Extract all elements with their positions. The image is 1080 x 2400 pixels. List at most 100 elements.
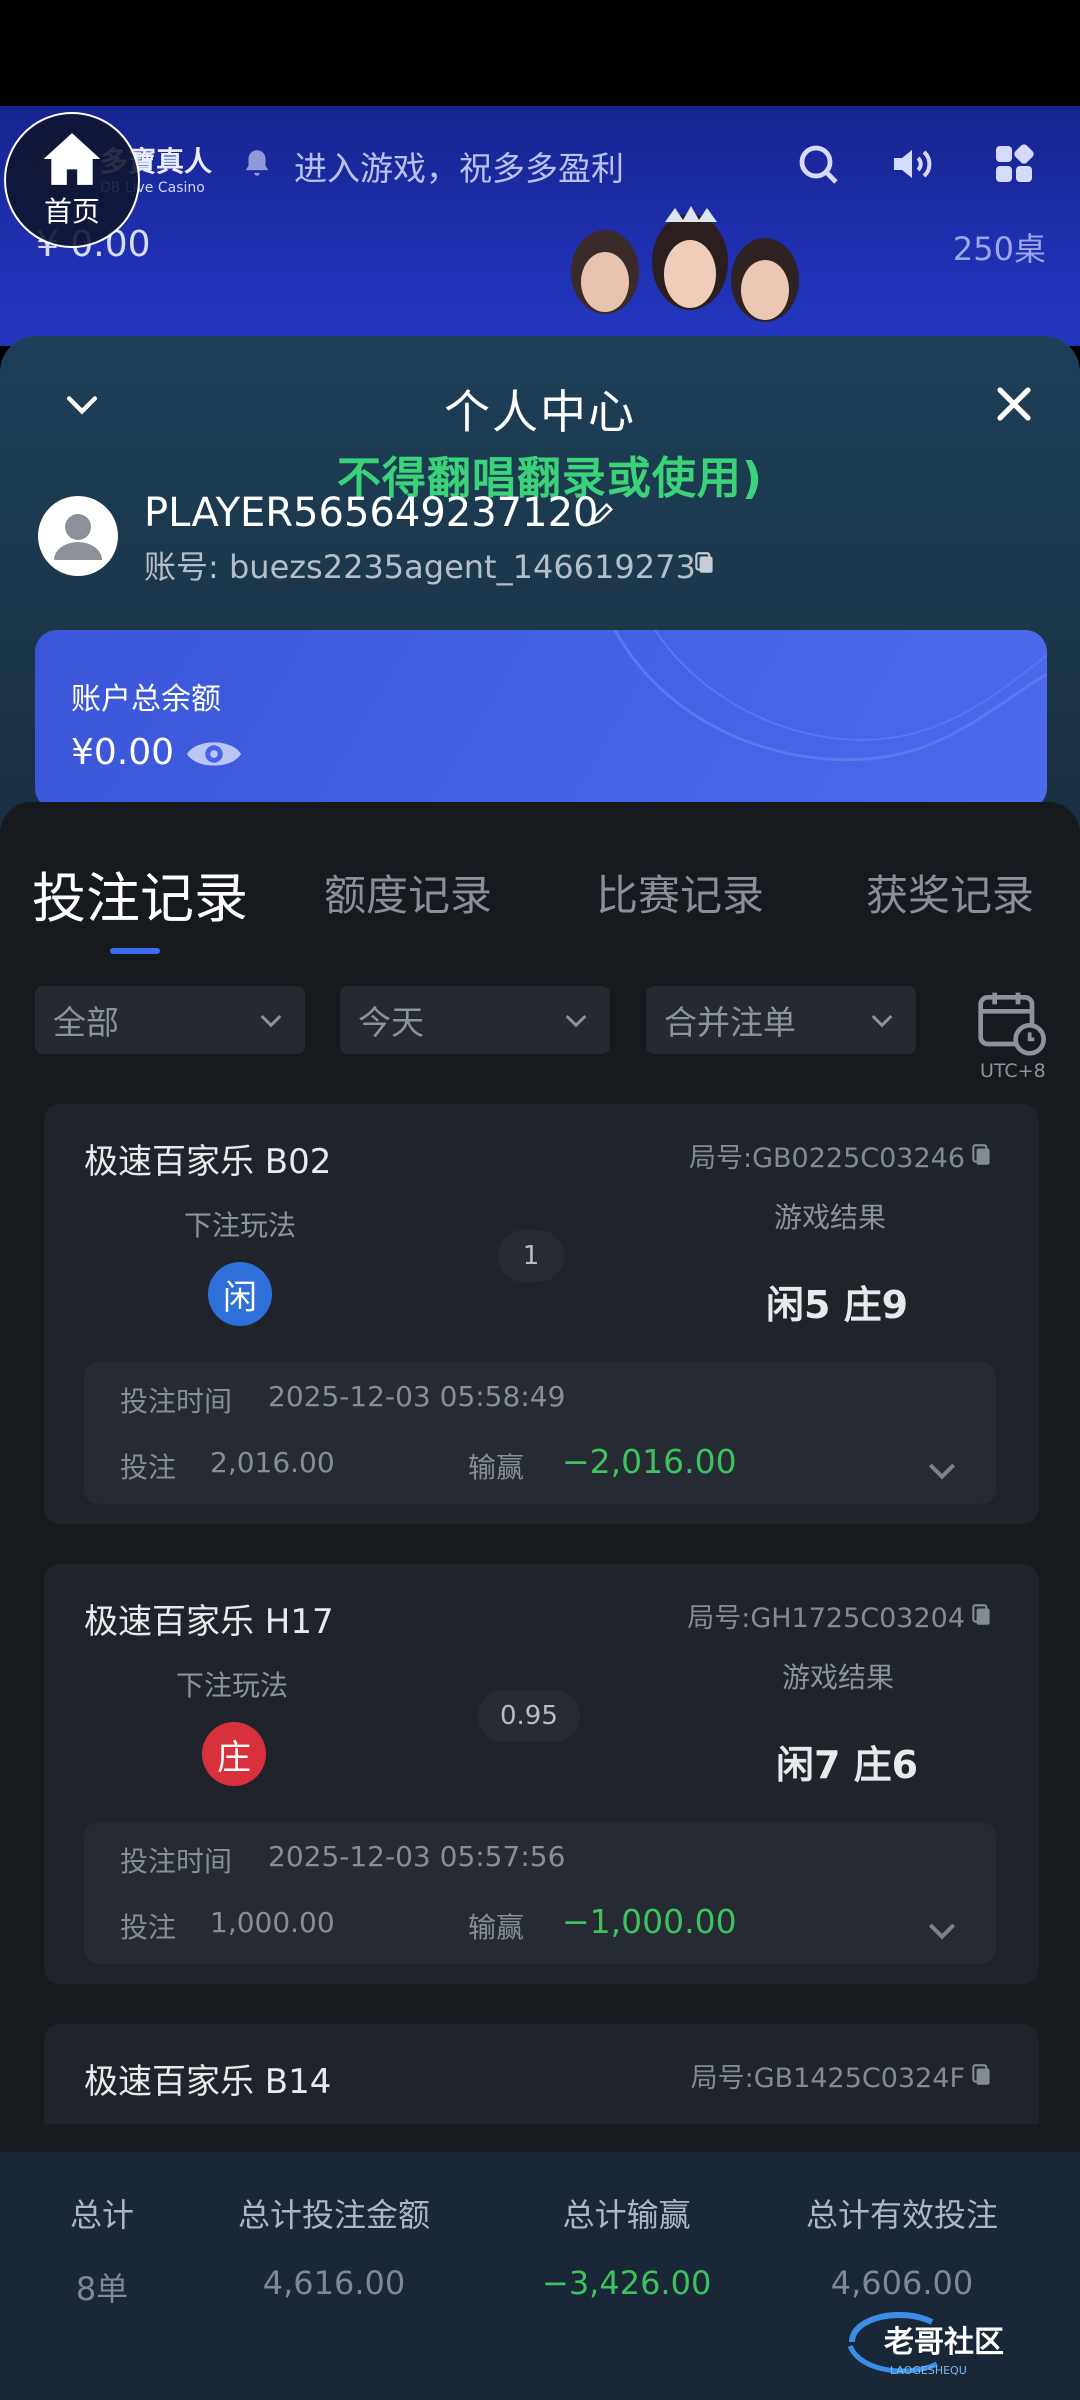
- account-label: 账号:: [144, 548, 219, 586]
- calendar-icon[interactable]: [976, 988, 1046, 1058]
- watermark-logo-sub: LAOGESHEQU: [890, 2364, 967, 2377]
- grid-menu-icon[interactable]: [990, 140, 1038, 188]
- bet-detail: 投注时间 2025-12-03 05:57:56 投注 1,000.00 输赢 …: [84, 1822, 996, 1964]
- winloss-amount: −2,016.00: [562, 1442, 737, 1481]
- game-name: 极速百家乐 B14: [84, 2062, 332, 2102]
- date-select-value: 今天: [358, 1003, 424, 1042]
- copy-icon[interactable]: [969, 1602, 995, 1628]
- type-select[interactable]: 全部: [35, 986, 305, 1054]
- bet-time: 2025-12-03 05:57:56: [268, 1840, 566, 1873]
- user-icon: [54, 514, 102, 560]
- round-number: 局号:GB0225C03246: [689, 1143, 965, 1174]
- bet-time: 2025-12-03 05:58:49: [268, 1380, 566, 1413]
- expand-chevron-icon[interactable]: [922, 1450, 962, 1490]
- copy-icon[interactable]: [969, 1142, 995, 1168]
- stake-amount: 1,000.00: [210, 1906, 335, 1939]
- bet-time-label: 投注时间: [120, 1385, 233, 1418]
- game-name: 极速百家乐 H17: [84, 1602, 334, 1642]
- round-number: 局号:GH1725C03204: [687, 1603, 965, 1634]
- chevron-down-icon: [565, 1014, 587, 1028]
- odds-badge: 0.95: [478, 1690, 580, 1742]
- sheet-title-text: 个人中心: [444, 385, 636, 439]
- account-line: 账号: buezs2235agent_146619273: [144, 542, 696, 588]
- bet-detail: 投注时间 2025-12-03 05:58:49 投注 2,016.00 输赢 …: [84, 1362, 996, 1504]
- round-number: 局号:GB1425C0324F: [690, 2063, 965, 2094]
- bet-time-label: 投注时间: [120, 1845, 233, 1878]
- tab-match-records[interactable]: 比赛记录: [596, 862, 764, 923]
- result-label: 游戏结果: [782, 1661, 895, 1694]
- sound-icon[interactable]: [888, 140, 936, 188]
- game-result: 闲7 庄6: [776, 1743, 919, 1787]
- status-bar: [0, 0, 1080, 106]
- bet-record-card[interactable]: 极速百家乐 B14 局号:GB1425C0324F: [44, 2024, 1039, 2124]
- expand-chevron-icon[interactable]: [922, 1910, 962, 1950]
- sheet-title: 个人中心: [0, 376, 1080, 442]
- total-count: 总计 8单: [70, 2190, 134, 2310]
- notice-marquee: 进入游戏，祝多多盈利: [294, 149, 624, 188]
- promo-image: [571, 206, 799, 322]
- copy-icon[interactable]: [969, 2062, 995, 2088]
- home-button[interactable]: 首页: [4, 112, 140, 248]
- home-icon: [43, 133, 101, 185]
- bet-record-card[interactable]: 极速百家乐 H17 局号:GH1725C03204 下注玩法 游戏结果 0.95…: [44, 1564, 1039, 1984]
- edit-icon[interactable]: [588, 500, 616, 528]
- total-bet-amount-label: 总计投注金额: [238, 2196, 431, 2234]
- search-icon[interactable]: [794, 140, 842, 188]
- watermark-logo-text: 老哥社区: [884, 2325, 1004, 2360]
- account-value: buezs2235agent_146619273: [228, 548, 696, 586]
- eye-icon[interactable]: [185, 734, 243, 774]
- total-winloss-value: −3,426.00: [542, 2264, 712, 2302]
- game-name: 极速百家乐 B02: [84, 1142, 332, 1182]
- tab-credit-records[interactable]: 额度记录: [324, 862, 492, 923]
- record-tabs: 投注记录 额度记录 比赛记录 获奖记录: [0, 862, 1080, 954]
- balance-label: 账户总余额: [71, 682, 221, 717]
- personal-center-sheet: 个人中心 不得翻唱翻录或使用) PLAYER565649237120 账号: b…: [0, 336, 1080, 2400]
- totals-footer: 总计 8单 总计投注金额 4,616.00 总计输赢 −3,426.00 总计有…: [0, 2152, 1080, 2400]
- merge-select[interactable]: 合并注单: [646, 986, 916, 1054]
- play-label: 下注玩法: [176, 1669, 289, 1702]
- bet-side-badge: 闲: [208, 1262, 272, 1326]
- stake-label: 投注: [120, 1911, 177, 1944]
- total-winloss: 总计输赢 −3,426.00: [542, 2190, 711, 2302]
- active-tab-indicator: [110, 948, 160, 954]
- chevron-down-icon: [871, 1014, 893, 1028]
- avatar[interactable]: [38, 496, 118, 576]
- home-label: 首页: [43, 195, 100, 228]
- bell-icon[interactable]: [240, 146, 274, 180]
- card-wave-decoration: [613, 630, 1047, 762]
- winloss-amount: −1,000.00: [562, 1902, 737, 1941]
- merge-select-value: 合并注单: [664, 1003, 796, 1042]
- close-icon[interactable]: [990, 380, 1038, 428]
- odds-badge: 1: [498, 1230, 564, 1282]
- filter-bar: 全部 今天 合并注单 UTC+8: [0, 986, 1080, 1082]
- balance-amount: ¥0.00: [71, 732, 175, 773]
- result-label: 游戏结果: [774, 1201, 887, 1234]
- total-winloss-label: 总计输赢: [562, 2196, 691, 2234]
- total-bet-amount: 总计投注金额 4,616.00: [238, 2190, 430, 2302]
- community-watermark-logo: 老哥社区 LAOGESHEQU: [847, 2312, 1004, 2377]
- game-result: 闲5 庄9: [766, 1283, 909, 1327]
- total-bet-amount-value: 4,616.00: [262, 2264, 406, 2302]
- tab-prize-records[interactable]: 获奖记录: [866, 862, 1034, 923]
- total-valid-bet-value: 4,606.00: [830, 2264, 974, 2302]
- play-label: 下注玩法: [184, 1209, 297, 1242]
- bet-record-card[interactable]: 极速百家乐 B02 局号:GB0225C03246 下注玩法 游戏结果 1 闲 …: [44, 1104, 1039, 1524]
- type-select-value: 全部: [53, 1003, 119, 1042]
- casino-header: 多寶真人 DB Live Casino 进入游戏，祝多多盈利 ¥ 0.00 25…: [0, 106, 1080, 346]
- table-count: 250桌: [952, 230, 1046, 268]
- total-count-value: 8单: [75, 2270, 129, 2308]
- copy-icon[interactable]: [692, 550, 718, 576]
- stake-label: 投注: [120, 1451, 177, 1484]
- app-root: 多寶真人 DB Live Casino 进入游戏，祝多多盈利 ¥ 0.00 25…: [0, 0, 1080, 2400]
- winloss-label: 输赢: [468, 1451, 525, 1484]
- total-valid-bet-label: 总计有效投注: [806, 2196, 999, 2234]
- total-count-label: 总计: [70, 2196, 135, 2234]
- tab-bet-records[interactable]: 投注记录: [32, 854, 248, 933]
- winloss-label: 输赢: [468, 1911, 525, 1944]
- balance-card: 账户总余额 ¥0.00: [35, 630, 1047, 810]
- player-name: PLAYER565649237120: [144, 490, 599, 536]
- bet-side-badge: 庄: [202, 1722, 266, 1786]
- timezone-label: UTC+8: [980, 1060, 1046, 1082]
- date-select[interactable]: 今天: [340, 986, 610, 1054]
- chevron-down-icon: [260, 1014, 282, 1028]
